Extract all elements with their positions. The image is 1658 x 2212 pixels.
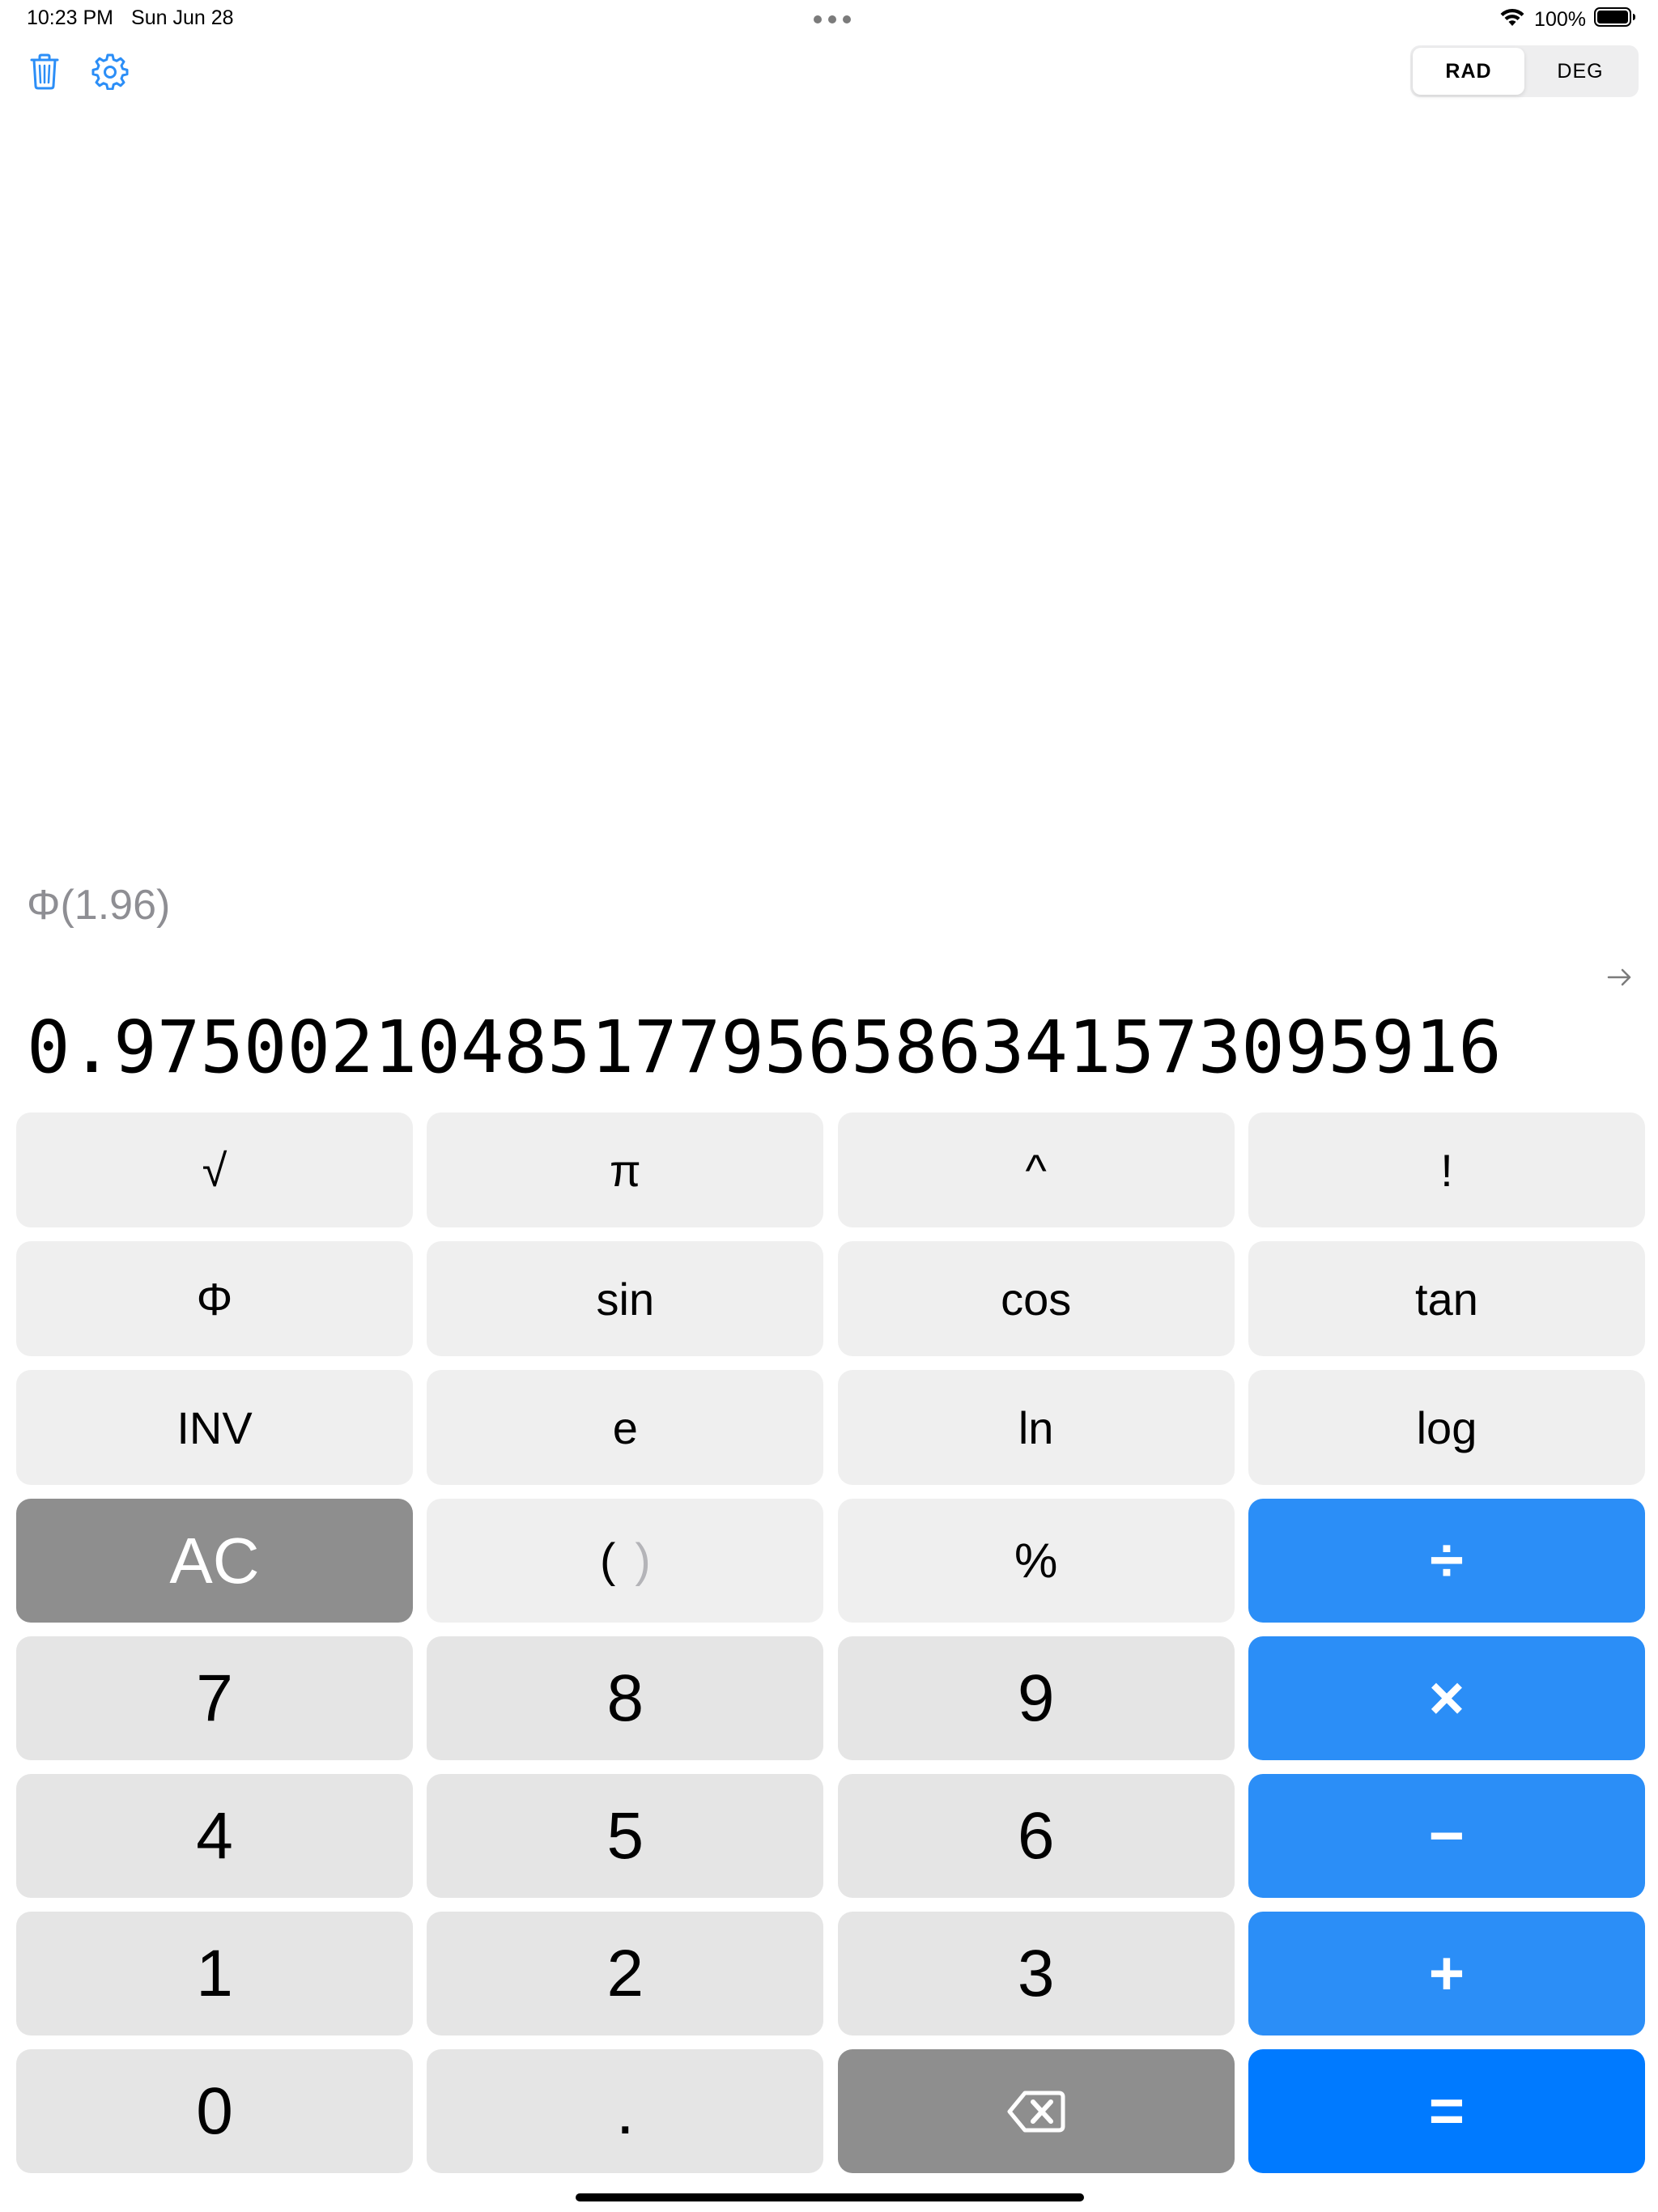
arrow-right-icon[interactable] — [1606, 963, 1634, 991]
digit-4-button[interactable]: 4 — [16, 1774, 413, 1898]
e-key[interactable]: e — [427, 1370, 824, 1485]
parentheses-button[interactable]: () — [427, 1499, 824, 1623]
tan-key[interactable]: tan — [1248, 1241, 1645, 1356]
rad-segment[interactable]: RAD — [1413, 48, 1524, 95]
digit-5-button[interactable]: 5 — [427, 1774, 824, 1898]
gear-icon[interactable] — [91, 50, 130, 92]
keypad-row-4: AC () % ÷ — [16, 1499, 1645, 1623]
digit-1-button[interactable]: 1 — [16, 1912, 413, 2035]
battery-percentage: 100% — [1534, 8, 1586, 31]
power-key[interactable]: ^ — [837, 1112, 1235, 1227]
subtract-button[interactable]: − — [1248, 1774, 1645, 1898]
divide-button[interactable]: ÷ — [1248, 1499, 1645, 1623]
log-key[interactable]: log — [1248, 1370, 1645, 1485]
digit-0-button[interactable]: 0 — [16, 2049, 413, 2173]
digit-8-button[interactable]: 8 — [427, 1636, 824, 1760]
keypad-row-6: 4 5 6 − — [16, 1774, 1645, 1898]
digit-6-button[interactable]: 6 — [837, 1774, 1235, 1898]
battery-icon — [1594, 6, 1636, 33]
keypad-row-7: 1 2 3 + — [16, 1912, 1645, 2035]
keypad: √ π ^ ! Φ sin cos tan INV e ln log AC ()… — [16, 1112, 1645, 2187]
status-indicators: 100% — [1499, 6, 1636, 33]
keypad-row-1: √ π ^ ! — [16, 1112, 1645, 1227]
status-time: 10:23 PM — [27, 6, 114, 29]
home-indicator[interactable] — [576, 2193, 1084, 2201]
sqrt-key[interactable]: √ — [16, 1112, 413, 1227]
percent-button[interactable]: % — [837, 1499, 1235, 1623]
digit-9-button[interactable]: 9 — [837, 1636, 1235, 1760]
digit-3-button[interactable]: 3 — [837, 1912, 1235, 2035]
pi-key[interactable]: π — [427, 1112, 824, 1227]
keypad-row-3: INV e ln log — [16, 1370, 1645, 1485]
expression-display: Φ(1.96) — [27, 882, 171, 929]
digit-2-button[interactable]: 2 — [427, 1912, 824, 2035]
cos-key[interactable]: cos — [837, 1241, 1235, 1356]
backspace-icon — [1007, 2074, 1065, 2149]
keypad-row-2: Φ sin cos tan — [16, 1241, 1645, 1356]
status-time-date: 10:23 PM Sun Jun 28 — [27, 6, 234, 30]
multiply-button[interactable]: × — [1248, 1636, 1645, 1760]
equals-button[interactable]: = — [1248, 2049, 1645, 2173]
factorial-key[interactable]: ! — [1248, 1112, 1645, 1227]
paren-close-label: ) — [635, 1534, 651, 1587]
backspace-button[interactable] — [837, 2049, 1235, 2173]
sin-key[interactable]: sin — [427, 1241, 824, 1356]
wifi-icon — [1499, 6, 1526, 33]
result-display: 0.97500210485177956586341573095916 — [27, 1005, 1502, 1089]
angle-mode-segmented-control: RAD DEG — [1410, 45, 1639, 97]
keypad-row-5: 7 8 9 × — [16, 1636, 1645, 1760]
all-clear-button[interactable]: AC — [16, 1499, 413, 1623]
trash-icon[interactable] — [25, 50, 64, 92]
digit-7-button[interactable]: 7 — [16, 1636, 413, 1760]
multitasking-dots-icon[interactable] — [814, 15, 851, 23]
add-button[interactable]: + — [1248, 1912, 1645, 2035]
deg-segment[interactable]: DEG — [1524, 48, 1636, 95]
status-date: Sun Jun 28 — [131, 6, 234, 29]
calculator-app: 10:23 PM Sun Jun 28 100% RAD DEG Φ(1.96)… — [0, 0, 1658, 2212]
phi-key[interactable]: Φ — [16, 1241, 413, 1356]
paren-open-label: ( — [600, 1534, 616, 1587]
inv-key[interactable]: INV — [16, 1370, 413, 1485]
ln-key[interactable]: ln — [837, 1370, 1235, 1485]
keypad-row-8: 0 . = — [16, 2049, 1645, 2173]
decimal-button[interactable]: . — [427, 2049, 824, 2173]
